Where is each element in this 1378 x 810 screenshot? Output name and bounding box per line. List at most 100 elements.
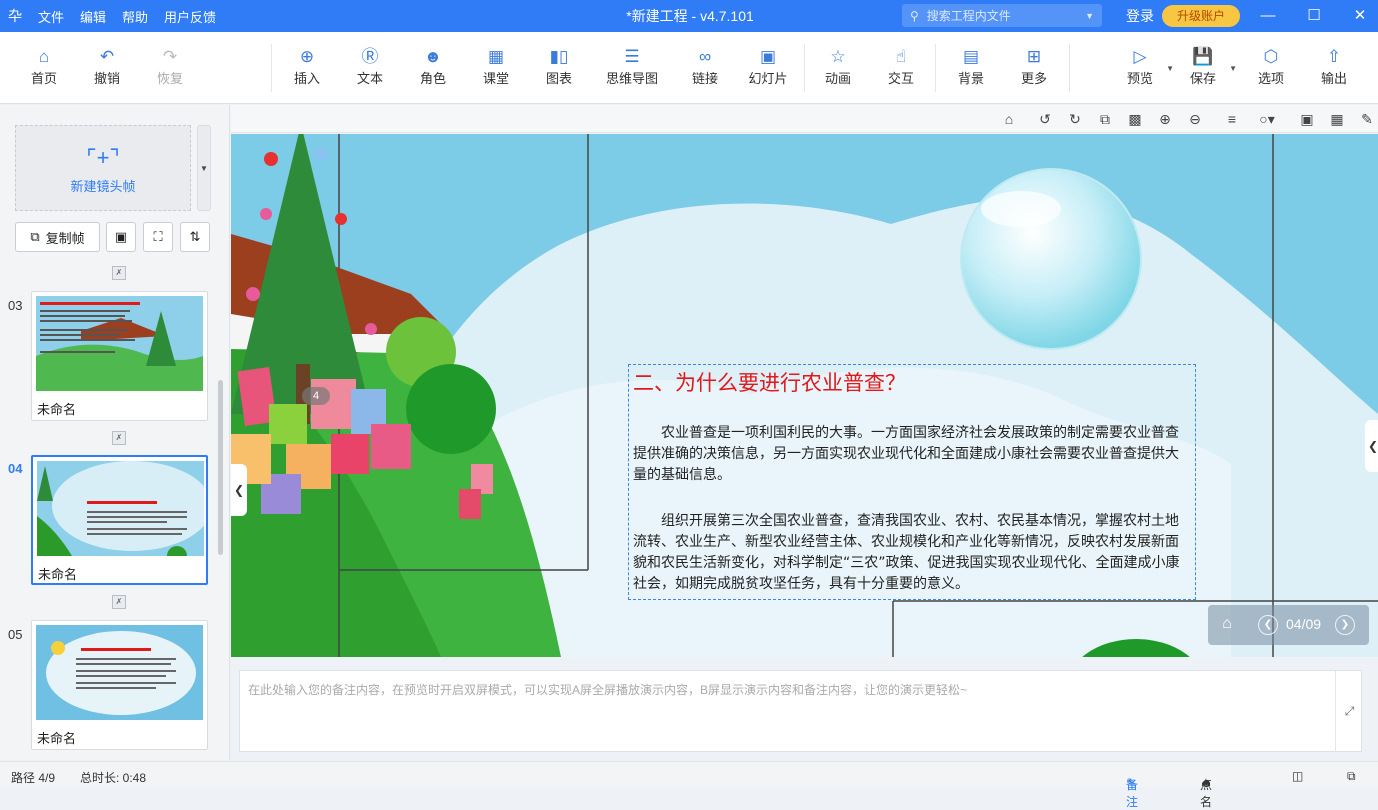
duplicate-icon[interactable]: ⧉	[1096, 110, 1114, 128]
lock-icon[interactable]: ○▾	[1258, 110, 1276, 128]
edit-icon[interactable]: ✎	[1358, 110, 1376, 128]
animation-button[interactable]: ☆ 动画	[810, 46, 866, 87]
redo-button[interactable]: ↷ 恢复	[142, 46, 198, 87]
star-icon: ☆	[830, 47, 846, 66]
frame-name: 未命名	[38, 567, 78, 582]
canvas-toolbar: ⌂ ↺ ↻ ⧉ ▩ ⊕ ⊖ ≡ ○▾ ▣ ▦ ✎	[231, 105, 1378, 133]
chevron-down-icon[interactable]: ▼	[1085, 11, 1094, 21]
collapse-right-handle[interactable]: ❮	[1365, 420, 1378, 472]
options-button[interactable]: ⬡ 选项	[1243, 46, 1299, 87]
align-icon[interactable]: ≡	[1223, 110, 1241, 128]
home-view-icon[interactable]: ⌂	[1000, 110, 1018, 128]
switch-icon: ⇅	[189, 229, 201, 244]
transition-icon[interactable]: ✗	[112, 266, 126, 280]
menu-feedback[interactable]: 用户反馈	[156, 7, 224, 26]
export-button[interactable]: ⇧ 输出	[1306, 46, 1362, 87]
person-icon: ☻	[424, 47, 442, 66]
next-frame-button[interactable]: ❯	[1335, 615, 1355, 635]
path-marker[interactable]: 4	[302, 387, 330, 405]
background-button[interactable]: ▤ 背景	[943, 46, 999, 87]
copy-icon: ⧉	[30, 229, 40, 244]
toolbar-divider	[804, 44, 805, 92]
fit-icon: ⛶	[153, 229, 163, 244]
background-icon: ▤	[962, 47, 980, 66]
new-frame-dropdown[interactable]: ▼	[197, 125, 211, 211]
login-link[interactable]: 登录	[1126, 6, 1154, 26]
frame-name: 未命名	[37, 731, 77, 746]
home-button[interactable]: ⌂ 首页	[16, 46, 72, 87]
transition-icon[interactable]: ✗	[112, 595, 126, 609]
frame-number: 03	[8, 298, 23, 313]
frame-number: 05	[8, 627, 23, 642]
search-input[interactable]: 搜索工程内文件	[927, 7, 1085, 24]
transition-icon[interactable]: ✗	[112, 431, 126, 445]
menu-help[interactable]: 帮助	[114, 7, 156, 26]
frame-thumbnail-active[interactable]: 未命名	[31, 455, 208, 585]
frame-pager: ⌂ ❮ 04/09 ❯	[1208, 605, 1369, 645]
slide-heading[interactable]: 二、为什么要进行农业普查？	[633, 367, 906, 397]
image-settings-icon[interactable]: ▦	[1328, 110, 1346, 128]
text-button[interactable]: Ⓡ 文本	[342, 46, 398, 87]
prev-frame-button[interactable]: ❮	[1258, 615, 1278, 635]
mindmap-icon: ☰	[624, 47, 640, 66]
home-icon[interactable]: ⌂	[1216, 613, 1238, 635]
upgrade-button[interactable]: 升级账户	[1162, 5, 1240, 27]
fit-frame-button[interactable]: ⛶	[143, 222, 173, 252]
switch-button[interactable]: ⇅	[180, 222, 210, 252]
undo-button[interactable]: ↶ 撤销	[79, 46, 135, 87]
interact-button[interactable]: ☝ 交互	[873, 46, 929, 87]
copy-frame-button[interactable]: ⧉ 复制帧	[15, 222, 100, 252]
grid-icon: ⊞	[1026, 47, 1042, 66]
home-icon: ⌂	[38, 47, 50, 66]
menu-bar: 文件 编辑 帮助 用户反馈	[30, 7, 224, 26]
frame-number: 04	[8, 461, 23, 476]
notes-input[interactable]: 在此处输入您的备注内容，在预览时开启双屏模式，可以实现A屏全屏播放演示内容，B屏…	[239, 670, 1362, 752]
close-icon[interactable]: ✕	[1337, 0, 1378, 32]
frame-thumbnail[interactable]: 未命名	[31, 291, 208, 421]
window-icon[interactable]: ⧉	[1347, 769, 1356, 784]
frame-thumbnail[interactable]: 未命名	[31, 620, 208, 750]
chevron-down-icon[interactable]: ▼	[1229, 64, 1237, 73]
slide-paragraph-1[interactable]: 农业普查是一项利国利民的大事。一方面国家经济社会发展政策的制定需要农业普查提供准…	[633, 423, 1189, 486]
rotate-right-icon[interactable]: ↻	[1066, 110, 1084, 128]
save-button[interactable]: 💾 保存 ▼	[1175, 46, 1237, 87]
collapse-left-handle[interactable]: ❮	[231, 464, 247, 516]
hand-pointer-icon: ☝	[895, 47, 907, 66]
menu-edit[interactable]: 编辑	[72, 7, 114, 26]
insert-button[interactable]: ⊕ 插入	[279, 46, 335, 87]
screen-icon[interactable]: ◫	[1292, 769, 1303, 783]
chevron-down-icon[interactable]: ▼	[1166, 64, 1174, 73]
slide-textbox[interactable]: 二、为什么要进行农业普查？ 农业普查是一项利国利民的大事。一方面国家经济社会发展…	[628, 364, 1196, 600]
notes-placeholder: 在此处输入您的备注内容，在预览时开启双屏模式，可以实现A屏全屏播放演示内容，B屏…	[248, 683, 968, 697]
slide-canvas[interactable]: 4 二、为什么要进行农业普查？ 农业普查是一项利国利民的大事。一方面国家经济社会…	[231, 134, 1378, 657]
link-button[interactable]: ∞ 链接	[677, 46, 733, 87]
mindmap-button[interactable]: ☰ 思维导图	[600, 46, 664, 87]
preview-button[interactable]: ▷ 预览 ▼	[1112, 46, 1174, 87]
maximize-icon[interactable]: ☐	[1291, 0, 1337, 32]
classroom-button[interactable]: ▦ 课堂	[468, 46, 524, 87]
sidebar-scrollbar[interactable]	[218, 380, 223, 555]
toolbar-divider	[271, 44, 272, 92]
slides-button[interactable]: ▣ 幻灯片	[740, 46, 796, 87]
new-frame-button[interactable]: ⌜+⌝ 新建镜头帧	[15, 125, 191, 211]
slide-paragraph-2[interactable]: 组织开展第三次全国农业普查，查清我国农业、农村、农民基本情况，掌握农村土地流转、…	[633, 511, 1189, 595]
paste-icon[interactable]: ▩	[1126, 110, 1144, 128]
rotate-left-icon[interactable]: ↺	[1036, 110, 1054, 128]
status-bar: 路径 4/9 总时长: 0:48 ✎ 备注 ☻ 点名 ◫ ⧉	[0, 761, 1378, 809]
chart-button[interactable]: ▮▯ 图表	[531, 46, 587, 87]
thumbnail-image	[36, 625, 203, 720]
app-logo: 卆	[8, 8, 22, 24]
duration-status: 总时长: 0:48	[80, 771, 147, 785]
more-button[interactable]: ⊞ 更多	[1006, 46, 1062, 87]
link-icon: ∞	[698, 47, 712, 66]
minimize-icon[interactable]: —	[1245, 0, 1291, 32]
zoom-out-icon[interactable]: ⊖	[1186, 110, 1204, 128]
snapshot-button[interactable]: ▣	[106, 222, 136, 252]
title-bar: 卆 文件 编辑 帮助 用户反馈 *新建工程 - v4.7.101 ⚲ 搜索工程内…	[0, 0, 1378, 32]
project-search[interactable]: ⚲ 搜索工程内文件 ▼	[902, 4, 1102, 27]
zoom-in-icon[interactable]: ⊕	[1156, 110, 1174, 128]
role-button[interactable]: ☻ 角色	[405, 46, 461, 87]
menu-file[interactable]: 文件	[30, 7, 72, 26]
camera-icon[interactable]: ▣	[1298, 110, 1316, 128]
expand-icon[interactable]: ⤢	[1335, 671, 1363, 751]
